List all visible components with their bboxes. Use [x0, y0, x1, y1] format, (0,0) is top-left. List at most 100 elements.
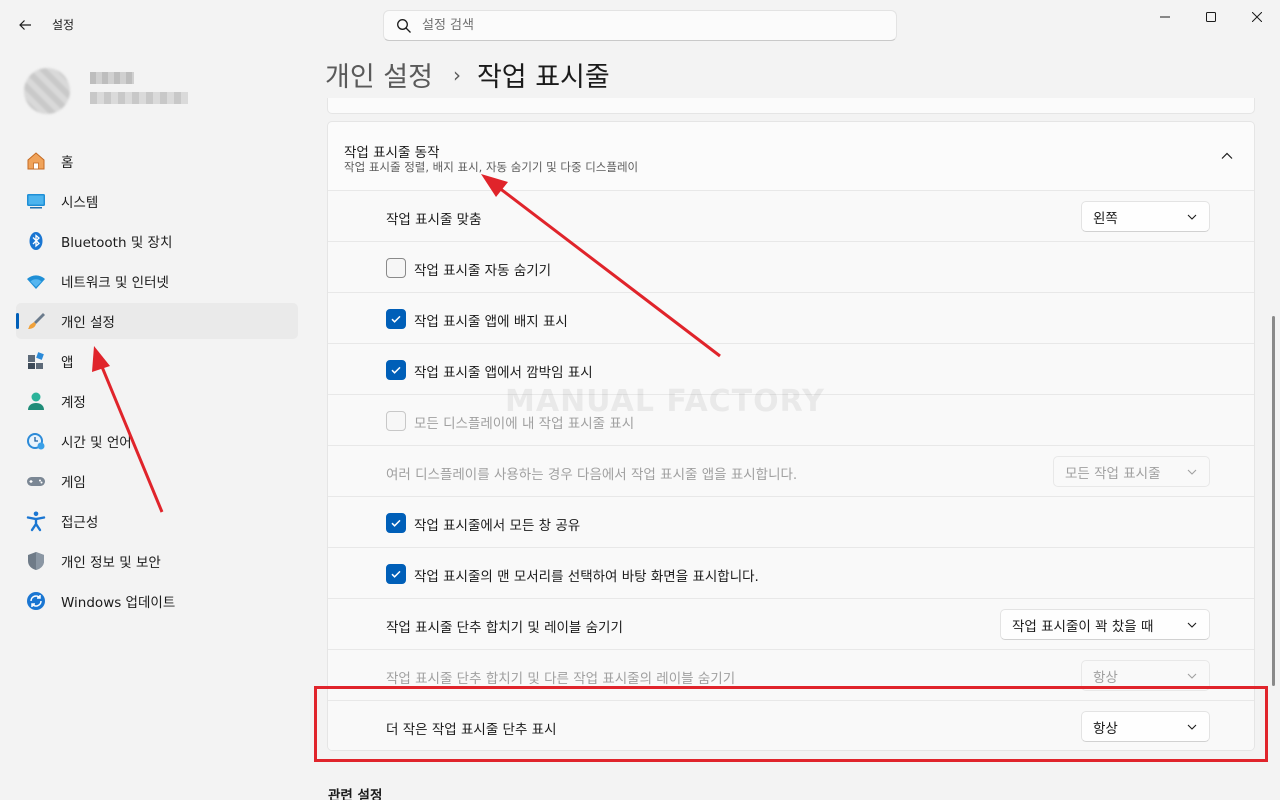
minimize-button[interactable] — [1142, 0, 1188, 34]
show-desktop-label: 작업 표시줄의 맨 모서리를 선택하여 바탕 화면을 표시합니다. — [414, 569, 759, 585]
sidebar-item-windows-update[interactable]: Windows 업데이트 — [16, 583, 298, 619]
sidebar-item-label: 홈 — [61, 155, 74, 171]
sidebar-item-bluetooth[interactable]: Bluetooth 및 장치 — [16, 223, 298, 259]
wifi-icon — [25, 270, 47, 292]
sidebar-item-label: 개인 정보 및 보안 — [61, 555, 161, 571]
chevron-down-icon — [1187, 469, 1197, 475]
sidebar-item-label: 시간 및 언어 — [61, 435, 132, 451]
sidebar-item-label: 시스템 — [61, 195, 99, 211]
chevron-up-icon[interactable] — [1220, 149, 1234, 163]
brush-icon — [25, 310, 47, 332]
taskbar-behaviors-header[interactable]: 작업 표시줄 동작 작업 표시줄 정렬, 배지 표시, 자동 숨기기 및 다중 … — [328, 122, 1254, 190]
close-icon — [1252, 12, 1262, 22]
multi-display-apps-dropdown[interactable]: 모든 작업 표시줄 — [1053, 456, 1210, 487]
section-title: 작업 표시줄 동작 — [344, 145, 440, 161]
sidebar-item-label: Windows 업데이트 — [61, 595, 176, 611]
sidebar-item-label: 개인 설정 — [61, 315, 115, 331]
badges-checkbox[interactable] — [386, 309, 406, 329]
breadcrumb: 개인 설정 › 작업 표시줄 — [325, 55, 610, 94]
search-box[interactable] — [383, 10, 897, 41]
sidebar-item-label: 접근성 — [61, 515, 99, 531]
share-window-row: 작업 표시줄에서 모든 창 공유 — [328, 496, 1254, 547]
highlight-box — [314, 686, 1268, 762]
taskbar-alignment-dropdown[interactable]: 왼쪽 — [1081, 201, 1210, 232]
multi-display-apps-row: 여러 디스플레이를 사용하는 경우 다음에서 작업 표시줄 앱을 표시합니다. … — [328, 445, 1254, 496]
checkmark-icon — [391, 366, 401, 374]
auto-hide-row: 작업 표시줄 자동 숨기기 — [328, 241, 1254, 292]
sidebar-item-label: 게임 — [61, 475, 86, 491]
page-title: 작업 표시줄 — [476, 62, 610, 93]
maximize-icon — [1206, 12, 1216, 22]
shield-icon — [25, 550, 47, 572]
sidebar-item-personalization[interactable]: 개인 설정 — [16, 303, 298, 339]
checkmark-icon — [391, 519, 401, 527]
multi-display-apps-label: 여러 디스플레이를 사용하는 경우 다음에서 작업 표시줄 앱을 표시합니다. — [386, 467, 798, 483]
profile-name-blurred — [90, 72, 134, 84]
dropdown-value: 항상 — [1093, 669, 1118, 686]
back-arrow-icon — [19, 20, 31, 30]
show-desktop-row: 작업 표시줄의 맨 모서리를 선택하여 바탕 화면을 표시합니다. — [328, 547, 1254, 598]
badges-label: 작업 표시줄 앱에 배지 표시 — [414, 314, 568, 330]
taskbar-behaviors-panel: 작업 표시줄 동작 작업 표시줄 정렬, 배지 표시, 자동 숨기기 및 다중 … — [327, 121, 1255, 751]
combine-buttons-label: 작업 표시줄 단추 합치기 및 레이블 숨기기 — [386, 620, 623, 636]
combine-buttons-row: 작업 표시줄 단추 합치기 및 레이블 숨기기 작업 표시줄이 꽉 찼을 때 — [328, 598, 1254, 649]
breadcrumb-separator: › — [452, 62, 461, 87]
sidebar-item-apps[interactable]: 앱 — [16, 343, 298, 379]
account-icon — [25, 390, 47, 412]
sidebar-item-accounts[interactable]: 계정 — [16, 383, 298, 419]
sidebar-item-system[interactable]: 시스템 — [16, 183, 298, 219]
apps-icon — [25, 350, 47, 372]
auto-hide-label: 작업 표시줄 자동 숨기기 — [414, 263, 552, 279]
dropdown-value: 왼쪽 — [1093, 210, 1118, 227]
chevron-down-icon — [1187, 622, 1197, 628]
sidebar-item-label: 계정 — [61, 395, 86, 411]
chevron-down-icon — [1187, 214, 1197, 220]
sidebar-item-gaming[interactable]: 게임 — [16, 463, 298, 499]
gamepad-icon — [25, 470, 47, 492]
share-window-checkbox[interactable] — [386, 513, 406, 533]
back-button[interactable] — [10, 10, 40, 40]
flashing-label: 작업 표시줄 앱에서 깜박임 표시 — [414, 365, 593, 381]
chevron-down-icon — [1187, 673, 1197, 679]
close-button[interactable] — [1234, 0, 1280, 34]
search-icon — [397, 18, 411, 33]
previous-section-card — [327, 98, 1255, 114]
sidebar-item-label: Bluetooth 및 장치 — [61, 235, 173, 251]
sidebar-item-label: 앱 — [61, 355, 74, 371]
dropdown-value: 작업 표시줄이 꽉 찼을 때 — [1012, 618, 1154, 635]
bluetooth-icon — [25, 230, 47, 252]
share-window-label: 작업 표시줄에서 모든 창 공유 — [414, 518, 581, 534]
minimize-icon — [1160, 16, 1170, 18]
sidebar-item-label: 네트워크 및 인터넷 — [61, 275, 169, 291]
combine-other-taskbars-label: 작업 표시줄 단추 합치기 및 다른 작업 표시줄의 레이블 숨기기 — [386, 671, 736, 687]
badges-row: 작업 표시줄 앱에 배지 표시 — [328, 292, 1254, 343]
all-displays-checkbox[interactable] — [386, 411, 406, 431]
search-input[interactable] — [422, 18, 862, 33]
avatar — [24, 68, 70, 114]
dropdown-value: 모든 작업 표시줄 — [1065, 465, 1161, 482]
title-bar: 설정 — [0, 0, 1280, 50]
time-language-icon — [25, 430, 47, 452]
show-desktop-checkbox[interactable] — [386, 564, 406, 584]
flashing-checkbox[interactable] — [386, 360, 406, 380]
sidebar-nav: 홈 시스템 Bluetooth 및 장치 네트워크 및 인터넷 개인 설정 앱 — [16, 143, 298, 623]
accessibility-icon — [25, 510, 47, 532]
auto-hide-checkbox[interactable] — [386, 258, 406, 278]
taskbar-alignment-label: 작업 표시줄 맞춤 — [386, 212, 482, 228]
sidebar-item-privacy[interactable]: 개인 정보 및 보안 — [16, 543, 298, 579]
profile-email-blurred — [90, 92, 188, 104]
combine-buttons-dropdown[interactable]: 작업 표시줄이 꽉 찼을 때 — [1000, 609, 1210, 640]
maximize-button[interactable] — [1188, 0, 1234, 34]
sidebar-item-home[interactable]: 홈 — [16, 143, 298, 179]
breadcrumb-parent[interactable]: 개인 설정 — [325, 55, 433, 94]
sidebar-item-time-language[interactable]: 시간 및 언어 — [16, 423, 298, 459]
scrollbar-thumb[interactable] — [1272, 316, 1275, 686]
update-icon — [25, 590, 47, 612]
sidebar-item-accessibility[interactable]: 접근성 — [16, 503, 298, 539]
checkmark-icon — [391, 315, 401, 323]
related-settings-heading: 관련 설정 — [328, 788, 383, 800]
watermark: MANUAL FACTORY — [505, 384, 825, 419]
home-icon — [25, 150, 47, 172]
sidebar-item-network[interactable]: 네트워크 및 인터넷 — [16, 263, 298, 299]
checkmark-icon — [391, 570, 401, 578]
